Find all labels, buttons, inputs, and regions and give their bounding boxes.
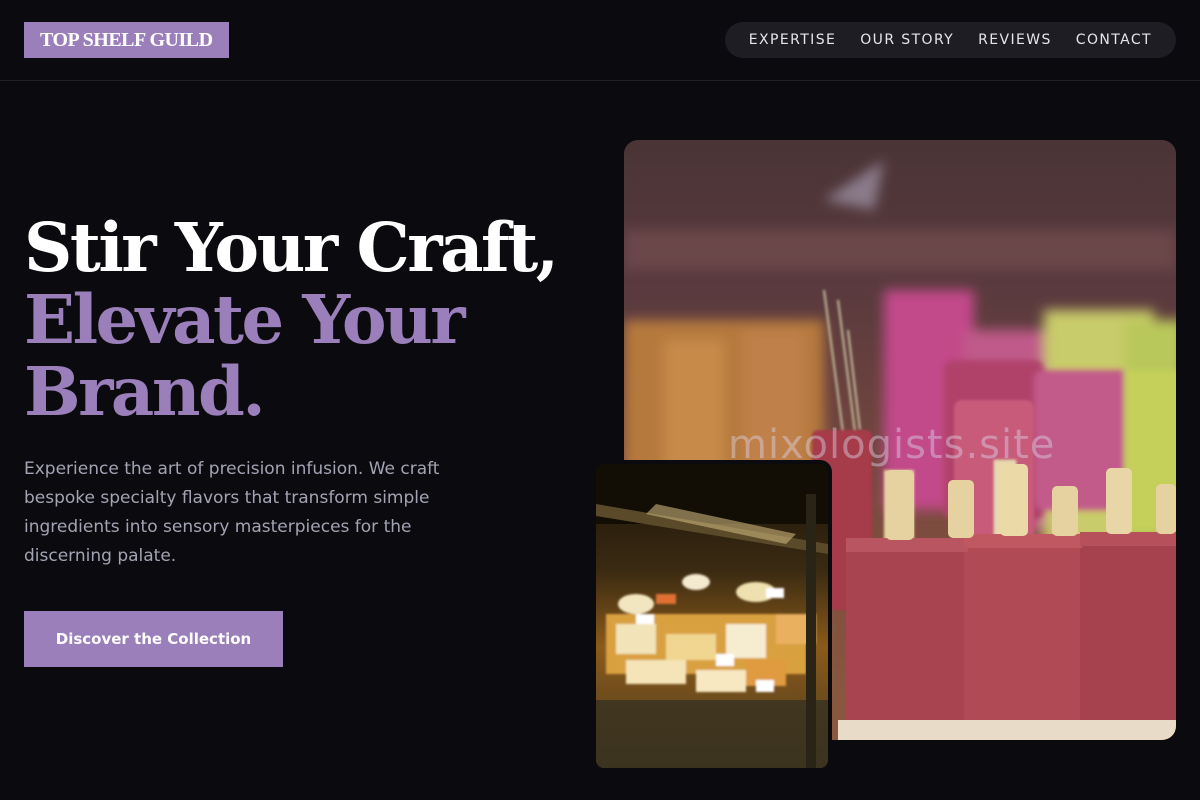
discover-collection-button[interactable]: Discover the Collection bbox=[24, 611, 283, 667]
nav-link-reviews[interactable]: REVIEWS bbox=[966, 32, 1064, 48]
nav-link-contact[interactable]: CONTACT bbox=[1064, 32, 1164, 48]
nav-link-our-story[interactable]: OUR STORY bbox=[848, 32, 966, 48]
top-navigation-bar: TOP SHELF GUILD EXPERTISE OUR STORY REVI… bbox=[0, 0, 1200, 81]
headline-line-3: Brand. bbox=[24, 352, 266, 431]
nav-link-expertise[interactable]: EXPERTISE bbox=[737, 32, 848, 48]
hero-headline: Stir Your Craft, Elevate Your Brand. bbox=[24, 212, 604, 428]
main-nav: EXPERTISE OUR STORY REVIEWS CONTACT bbox=[724, 22, 1176, 58]
brand-logo[interactable]: TOP SHELF GUILD bbox=[24, 22, 229, 58]
headline-line-2: Elevate Your bbox=[24, 280, 466, 359]
hero-description: Experience the art of precision infusion… bbox=[24, 459, 440, 566]
headline-line-1: Stir Your Craft, bbox=[24, 208, 559, 287]
deli-case-image bbox=[592, 460, 832, 772]
